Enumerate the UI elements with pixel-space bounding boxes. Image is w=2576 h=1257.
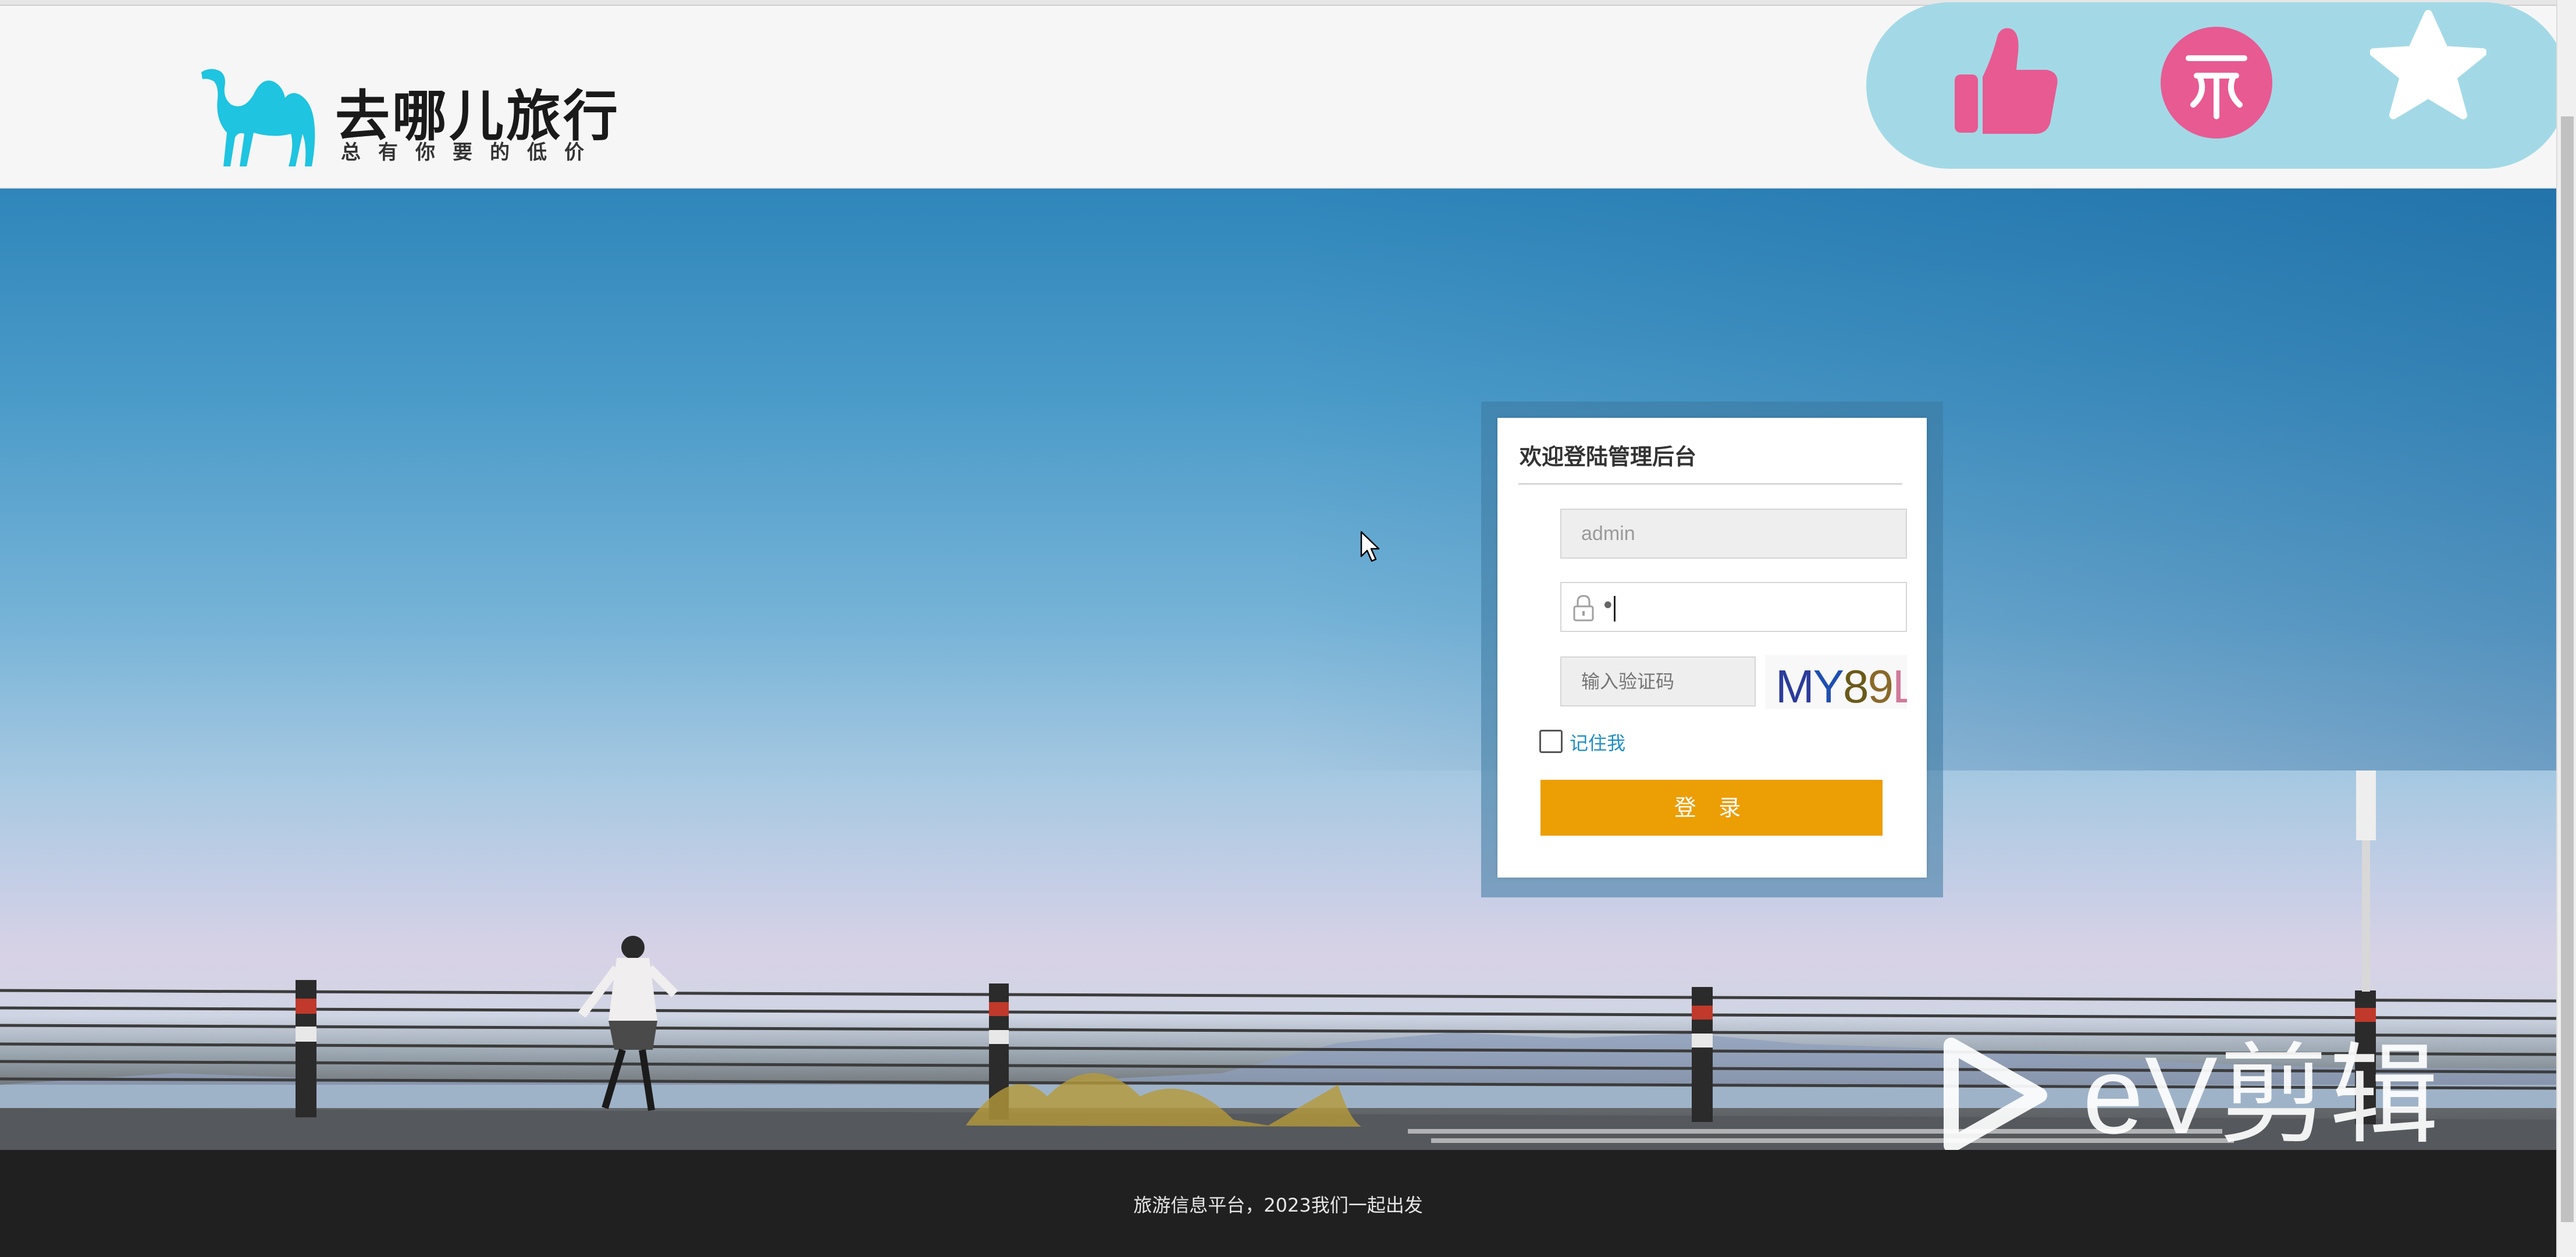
- login-divider: [1518, 483, 1902, 485]
- footer-text: 旅游信息平台，2023我们一起出发: [1133, 1194, 1423, 1216]
- video-watermark: eV剪辑: [1943, 1037, 2467, 1153]
- hero-background: [0, 189, 2556, 1150]
- login-title: 欢迎登陆管理后台: [1520, 444, 1697, 470]
- captcha-field[interactable]: [1560, 656, 1756, 706]
- scrollbar-thumb[interactable]: [2561, 116, 2574, 1222]
- site-footer: 旅游信息平台，2023我们一起出发: [0, 1150, 2556, 1257]
- captcha-image[interactable]: MY89L: [1765, 655, 1907, 709]
- captcha-input[interactable]: [1561, 658, 1755, 705]
- username-field[interactable]: [1560, 509, 1907, 559]
- site-logo[interactable]: 去哪儿旅行 总有你要的低价: [198, 64, 618, 169]
- floating-action-bar: [1866, 2, 2568, 169]
- remember-label[interactable]: 记住我: [1570, 729, 1625, 755]
- username-input[interactable]: [1561, 510, 1906, 558]
- password-mask: •: [1601, 592, 1615, 619]
- watermark-text: eV剪辑: [2083, 1034, 2440, 1156]
- camel-logo-icon: [201, 69, 315, 166]
- text-caret: [1614, 596, 1616, 622]
- password-field[interactable]: •: [1560, 582, 1907, 632]
- logo-slogan: 总有你要的低价: [341, 141, 602, 164]
- hero-scene-image: [0, 770, 2556, 1150]
- page: 去哪儿旅行 总有你要的低价 欢迎登陆管理后台 admin • 输入验证码 MY8…: [0, 0, 2576, 1257]
- captcha-code: MY89L: [1776, 661, 1907, 709]
- star-icon[interactable]: [2370, 6, 2486, 122]
- lock-icon: [1573, 595, 1594, 622]
- play-icon: [1944, 1038, 2047, 1153]
- vertical-scrollbar[interactable]: [2556, 0, 2576, 1257]
- remember-checkbox[interactable]: [1539, 730, 1563, 753]
- coin-icon[interactable]: [2158, 24, 2275, 141]
- mouse-cursor-icon: [1360, 531, 1380, 562]
- login-button[interactable]: 登 录: [1540, 780, 1883, 836]
- login-form: 欢迎登陆管理后台 • MY89L 记住我 登 录: [1497, 418, 1927, 878]
- thumbs-up-icon[interactable]: [1948, 23, 2064, 140]
